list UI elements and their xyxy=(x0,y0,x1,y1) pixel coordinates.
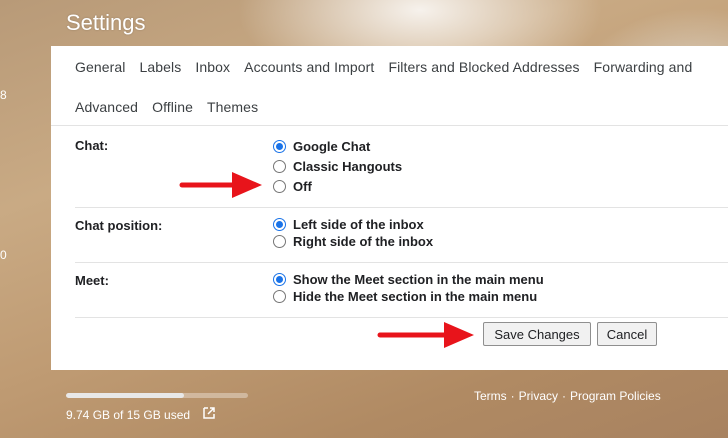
chat-position-options: Left side of the inbox Right side of the… xyxy=(273,216,433,250)
settings-tabs: General Labels Inbox Accounts and Import… xyxy=(51,46,728,126)
option-label: Left side of the inbox xyxy=(293,217,424,232)
save-changes-button[interactable]: Save Changes xyxy=(483,322,591,346)
radio-off[interactable] xyxy=(273,179,286,193)
chat-options: Google Chat Classic Hangouts Off xyxy=(273,136,402,196)
chat-section: Chat: Google Chat Classic Hangouts Off xyxy=(75,138,728,208)
page-title: Settings xyxy=(66,10,146,35)
meet-label: Meet: xyxy=(75,273,109,288)
storage-usage-text: 9.74 GB of 15 GB used xyxy=(66,408,191,422)
tab-accounts-and-import[interactable]: Accounts and Import xyxy=(244,58,374,76)
footer-separator: · xyxy=(510,389,515,403)
tab-general[interactable]: General xyxy=(75,58,126,76)
chat-option-classic-hangouts[interactable]: Classic Hangouts xyxy=(273,156,402,176)
option-label: Google Chat xyxy=(293,138,371,154)
tab-labels[interactable]: Labels xyxy=(140,58,182,76)
tab-row-2: Advanced Offline Themes xyxy=(75,98,272,116)
terms-link[interactable]: Terms xyxy=(474,389,507,403)
option-label: Show the Meet section in the main menu xyxy=(293,272,544,287)
meet-option-hide[interactable]: Hide the Meet section in the main menu xyxy=(273,288,544,305)
option-label: Right side of the inbox xyxy=(293,234,434,249)
tab-inbox[interactable]: Inbox xyxy=(195,58,230,76)
option-label: Off xyxy=(293,178,312,194)
chat-position-label: Chat position: xyxy=(75,218,163,233)
radio-hide-meet[interactable] xyxy=(273,290,286,303)
radio-google-chat[interactable] xyxy=(273,139,286,153)
tab-filters-and-blocked-addresses[interactable]: Filters and Blocked Addresses xyxy=(388,58,579,76)
chat-position-section: Chat position: Left side of the inbox Ri… xyxy=(75,216,728,263)
cancel-button[interactable]: Cancel xyxy=(597,322,657,346)
meet-options: Show the Meet section in the main menu H… xyxy=(273,271,544,305)
chat-label: Chat: xyxy=(75,138,109,153)
tab-advanced[interactable]: Advanced xyxy=(75,98,138,116)
radio-left-side[interactable] xyxy=(273,218,286,231)
edge-text-top: 8 xyxy=(0,88,7,102)
footer-links: Terms · Privacy · Program Policies xyxy=(474,389,665,403)
radio-classic-hangouts[interactable] xyxy=(273,159,286,173)
radio-right-side[interactable] xyxy=(273,235,286,248)
option-label: Hide the Meet section in the main menu xyxy=(293,289,538,304)
radio-show-meet[interactable] xyxy=(273,273,286,286)
meet-section: Meet: Show the Meet section in the main … xyxy=(75,271,728,318)
storage-bar xyxy=(66,393,248,398)
edge-text-bottom: 0 xyxy=(0,248,7,262)
tab-forwarding[interactable]: Forwarding and xyxy=(594,58,693,76)
chat-option-google-chat[interactable]: Google Chat xyxy=(273,136,402,156)
option-label: Classic Hangouts xyxy=(293,158,403,174)
program-policies-link[interactable]: Program Policies xyxy=(570,389,661,403)
privacy-link[interactable]: Privacy xyxy=(519,389,558,403)
arrow-annotation-icon xyxy=(377,322,474,348)
storage-bar-fill xyxy=(66,393,185,398)
arrow-annotation-icon xyxy=(179,172,262,198)
tab-themes[interactable]: Themes xyxy=(207,98,258,116)
meet-option-show[interactable]: Show the Meet section in the main menu xyxy=(273,271,544,288)
tab-row-1: General Labels Inbox Accounts and Import… xyxy=(75,58,706,76)
chat-position-option-left[interactable]: Left side of the inbox xyxy=(273,216,433,233)
external-link-icon[interactable] xyxy=(202,406,216,420)
footer-separator: · xyxy=(562,389,567,403)
chat-position-option-right[interactable]: Right side of the inbox xyxy=(273,233,433,250)
chat-option-off[interactable]: Off xyxy=(273,176,402,196)
tab-offline[interactable]: Offline xyxy=(152,98,193,116)
